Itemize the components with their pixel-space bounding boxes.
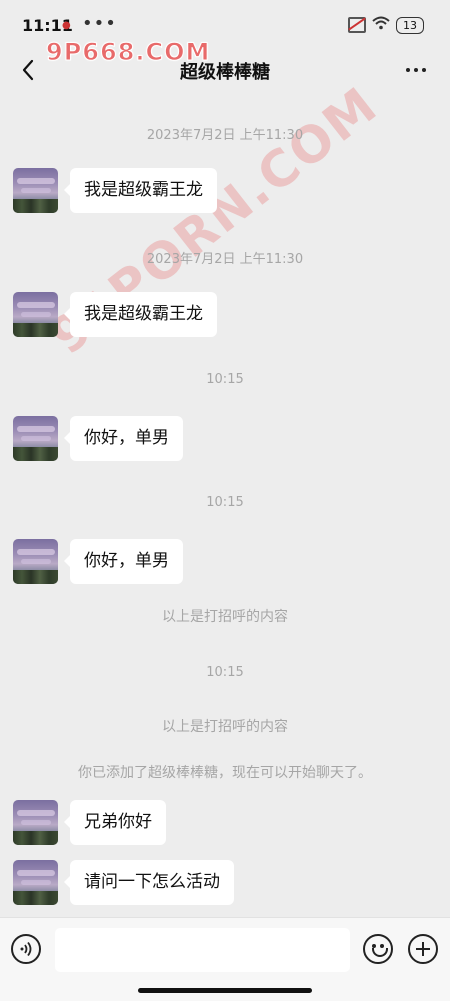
- avatar[interactable]: [13, 168, 58, 213]
- timestamp: 10:15: [206, 665, 244, 680]
- avatar[interactable]: [13, 292, 58, 337]
- message-bubble[interactable]: 兄弟你好: [64, 800, 166, 845]
- system-note: 你已添加了超级棒棒糖，现在可以开始聊天了。: [78, 765, 372, 781]
- add-attachment-button[interactable]: [408, 934, 438, 964]
- message-row: 我是超级霸王龙: [13, 292, 217, 337]
- no-sim-icon: [348, 17, 366, 33]
- status-indicators: 13: [348, 16, 424, 34]
- message-bubble[interactable]: 请问一下怎么活动: [64, 860, 234, 905]
- message-row: 兄弟你好: [13, 800, 166, 845]
- message-bubble[interactable]: 我是超级霸王龙: [64, 168, 217, 213]
- message-bubble[interactable]: 你好，单男: [64, 539, 183, 584]
- voice-icon: [20, 941, 32, 957]
- system-note: 以上是打招呼的内容: [162, 609, 288, 625]
- message-row: 请问一下怎么活动: [13, 860, 234, 905]
- emoji-mouth-icon: [372, 948, 388, 957]
- timestamp: 2023年7月2日 上午11:30: [146, 252, 304, 267]
- timestamp: 10:15: [206, 372, 244, 387]
- more-dot-icon: [422, 68, 426, 72]
- emoji-button[interactable]: [363, 934, 393, 964]
- message-bubble[interactable]: 你好，单男: [64, 416, 183, 461]
- home-indicator[interactable]: [138, 988, 312, 993]
- chat-title: 超级棒棒糖: [180, 62, 270, 83]
- more-notifications-icon: •••: [82, 13, 117, 34]
- message-input[interactable]: [55, 928, 350, 972]
- more-dot-icon: [414, 68, 418, 72]
- message-row: 你好，单男: [13, 416, 183, 461]
- avatar[interactable]: [13, 416, 58, 461]
- more-options-button[interactable]: [402, 56, 430, 84]
- more-dot-icon: [406, 68, 410, 72]
- message-bubble[interactable]: 我是超级霸王龙: [64, 292, 217, 337]
- system-note: 以上是打招呼的内容: [162, 719, 288, 735]
- message-row: 你好，单男: [13, 539, 183, 584]
- notification-icon: ●: [62, 20, 71, 31]
- avatar[interactable]: [13, 800, 58, 845]
- nav-bar: 超级棒棒糖: [0, 44, 450, 96]
- battery-icon: 13: [396, 16, 424, 34]
- timestamp: 2023年7月2日 上午11:30: [146, 128, 304, 143]
- voice-button[interactable]: [11, 934, 41, 964]
- avatar[interactable]: [13, 860, 58, 905]
- wifi-icon: [372, 16, 390, 34]
- avatar[interactable]: [13, 539, 58, 584]
- message-row: 我是超级霸王龙: [13, 168, 217, 213]
- timestamp: 10:15: [206, 495, 244, 510]
